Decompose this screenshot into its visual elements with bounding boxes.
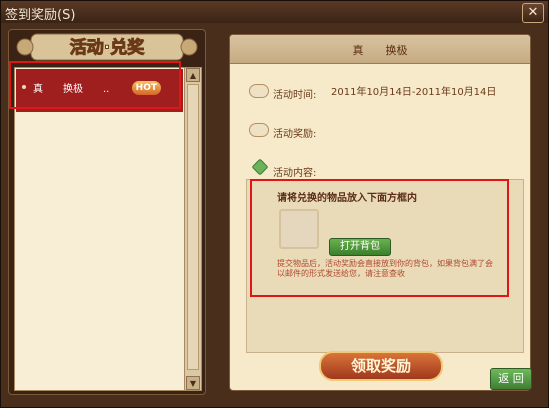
- scroll-icon: [249, 123, 269, 137]
- window-title: 签到奖励(S): [5, 8, 76, 23]
- title-bar: 签到奖励(S) ✕: [1, 1, 548, 23]
- claim-reward-button[interactable]: 领取奖励: [319, 351, 443, 381]
- scroll-up-icon[interactable]: ▲: [186, 68, 200, 82]
- activity-list: 真 换极 .. HOT ▲ ▼: [14, 67, 202, 391]
- notice-text: 提交物品后，活动奖励会直接放到你的背包，如果背包满了会以邮件的形式发送给您，请注…: [277, 259, 493, 278]
- close-icon[interactable]: ✕: [522, 3, 544, 23]
- clock-icon: [249, 84, 269, 98]
- selected-item-highlight: [9, 61, 181, 109]
- list-scrollbar[interactable]: ▲ ▼: [184, 68, 201, 390]
- item-slot[interactable]: [279, 209, 319, 249]
- open-bag-button[interactable]: 打开背包: [329, 238, 391, 256]
- scroll-thumb[interactable]: [187, 84, 199, 370]
- list-area: 真 换极 .. HOT: [15, 68, 184, 390]
- time-label: 活动时间:: [273, 90, 317, 101]
- content-hint: 请将兑换的物品放入下面方框内: [277, 193, 417, 204]
- time-value: 2011年10月14日-2011年10月14日: [331, 87, 497, 98]
- left-header-banner: 活动·兑奖: [16, 33, 198, 61]
- reward-window: 签到奖励(S) ✕ 活动·兑奖 真 换极 .. HOT ▲ ▼ 真 换极 活动时…: [0, 0, 549, 408]
- detail-header: 真 换极: [230, 35, 530, 64]
- detail-title: 真 换极: [352, 44, 408, 57]
- scroll-down-icon[interactable]: ▼: [186, 376, 200, 390]
- back-button[interactable]: 返 回: [490, 368, 532, 390]
- left-header-title: 活动·兑奖: [70, 37, 145, 58]
- content-label: 活动内容:: [273, 168, 317, 179]
- reward-label: 活动奖励:: [273, 129, 317, 140]
